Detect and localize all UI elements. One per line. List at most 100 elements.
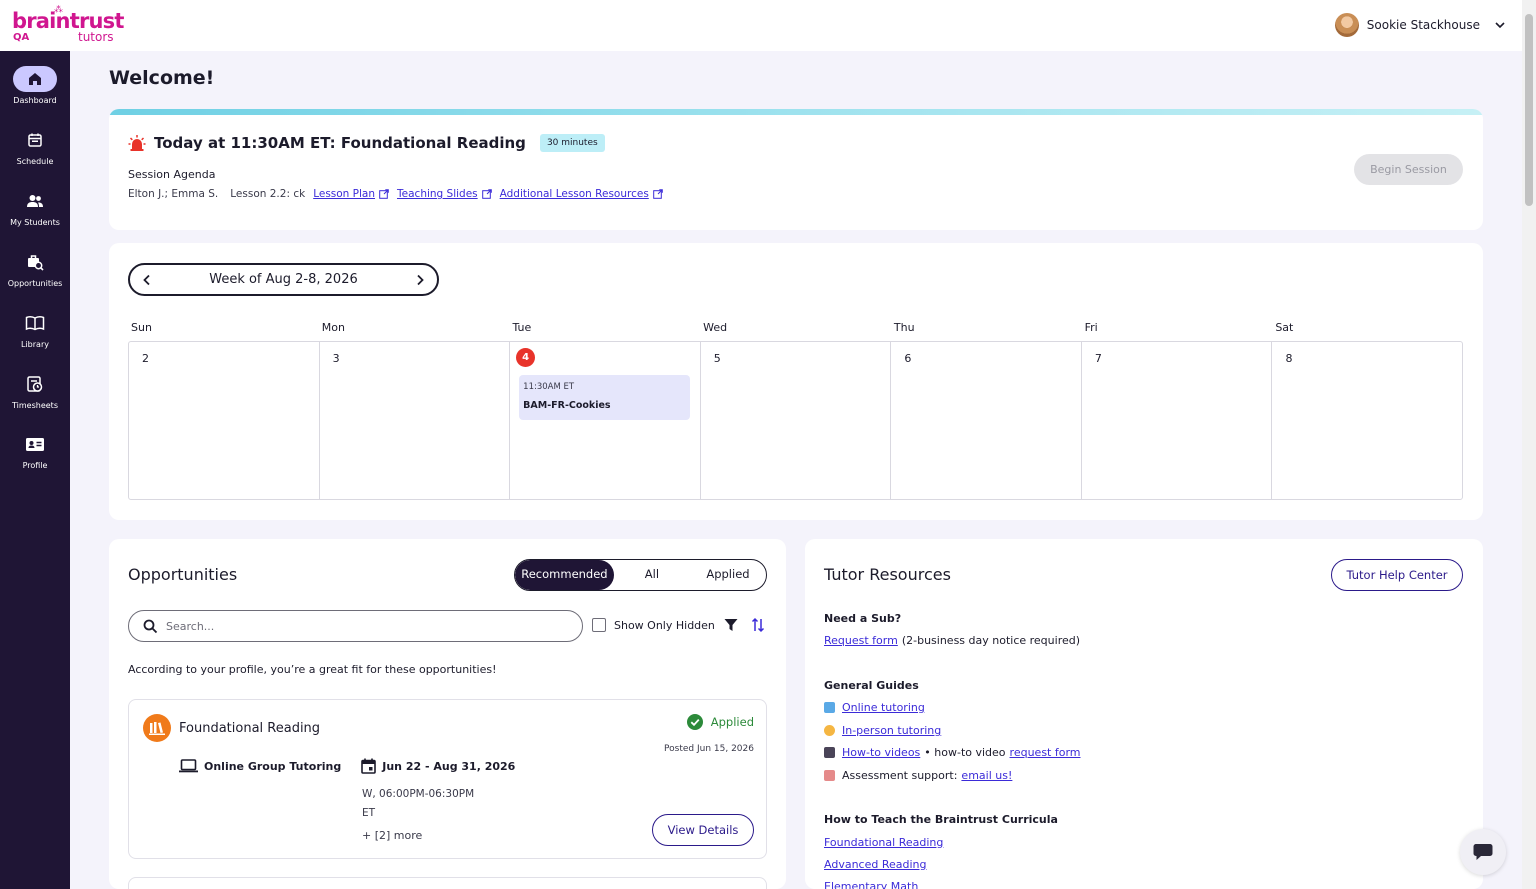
braintrust-logo[interactable]: ⁂ braintrust QA tutors <box>12 5 124 44</box>
logo-brand-text: braintrust <box>12 9 124 33</box>
begin-session-button[interactable]: Begin Session <box>1354 154 1463 185</box>
upcoming-session-card: Today at 11:30AM ET: Foundational Readin… <box>109 109 1483 230</box>
sidebar-item-dashboard[interactable]: Dashboard <box>0 66 70 122</box>
day-number: 6 <box>904 352 912 365</box>
external-link-icon[interactable] <box>379 189 389 199</box>
opportunity-item[interactable] <box>128 877 767 889</box>
calendar-day[interactable]: 3 <box>320 342 511 499</box>
sidebar-item-schedule[interactable]: Schedule <box>0 127 70 183</box>
external-link-icon[interactable] <box>481 189 492 199</box>
calendar-day[interactable]: 8 <box>1272 342 1462 499</box>
lesson-plan-link[interactable]: Lesson Plan <box>313 188 375 200</box>
avatar[interactable] <box>1334 13 1359 37</box>
sidebar-item-timesheets[interactable]: Timesheets <box>0 371 70 427</box>
tutor-resources-card: Tutor Resources Tutor Help Center Need a… <box>805 539 1483 889</box>
tab-recommended[interactable]: Recommended <box>515 560 614 590</box>
sidebar-item-label: Timesheets <box>12 401 58 410</box>
sort-icon[interactable] <box>751 617 765 633</box>
calendar-day[interactable]: 5 <box>701 342 892 499</box>
video-camera-emoji-icon <box>824 747 835 758</box>
applied-label: Applied <box>710 715 754 729</box>
sidebar-item-profile[interactable]: Profile <box>0 431 70 487</box>
external-link-icon[interactable] <box>652 189 663 199</box>
day-number: 8 <box>1285 352 1293 365</box>
session-accent-bar <box>109 109 1483 115</box>
top-bar: ⁂ braintrust QA tutors Sookie Stackhouse <box>0 0 1522 51</box>
sidebar-item-library[interactable]: Library <box>0 310 70 366</box>
filter-icon[interactable] <box>724 618 738 632</box>
sidebar-item-opportunities[interactable]: Opportunities <box>0 249 70 305</box>
opportunity-schedule: W, 06:00PM-06:30PM ET <box>362 785 474 823</box>
request-form-link[interactable]: Request form <box>824 634 898 647</box>
weekday-label: Sun <box>131 321 152 334</box>
session-agenda-row: Elton J.; Emma S. Lesson 2.2: ck Lesson … <box>128 188 663 200</box>
day-number: 2 <box>142 352 149 365</box>
show-only-hidden-toggle[interactable]: Show Only Hidden <box>592 618 715 632</box>
opportunities-card: Opportunities Recommended All Applied Sh… <box>109 539 786 889</box>
advanced-reading-link[interactable]: Advanced Reading <box>824 858 926 871</box>
user-menu[interactable]: Sookie Stackhouse <box>1334 13 1506 37</box>
more-schedules[interactable]: + [2] more <box>362 829 422 842</box>
memo-emoji-icon <box>824 770 835 781</box>
book-emoji-icon <box>824 702 835 713</box>
sidebar-item-label: Schedule <box>16 157 54 166</box>
how-to-videos-link[interactable]: How-to videos <box>842 746 920 759</box>
weekday-label: Sat <box>1275 321 1294 334</box>
how-to-videos-line: How-to videos • how-to video request for… <box>824 746 1081 759</box>
additional-resources-link[interactable]: Additional Lesson Resources <box>500 188 649 200</box>
day-number: 5 <box>713 352 721 365</box>
calendar-day[interactable]: 2 <box>129 342 320 499</box>
timesheet-icon <box>13 371 57 397</box>
teaching-slides-link[interactable]: Teaching Slides <box>397 188 478 200</box>
page-scrollbar[interactable] <box>1522 0 1536 889</box>
chevron-left-icon[interactable] <box>140 273 154 287</box>
chevron-right-icon[interactable] <box>413 273 427 287</box>
foundational-reading-link[interactable]: Foundational Reading <box>824 836 943 849</box>
weekday-label: Wed <box>703 321 728 334</box>
sidebar-item-my-students[interactable]: My Students <box>0 188 70 244</box>
chat-button[interactable] <box>1460 829 1506 875</box>
need-sub-heading: Need a Sub? <box>824 612 902 625</box>
day-number: 3 <box>332 352 340 365</box>
tutoring-format: Online Group Tutoring <box>204 759 342 773</box>
tab-all[interactable]: All <box>614 560 690 590</box>
weekday-label: Fri <box>1084 321 1098 334</box>
event-name: BAM-FR-Cookies <box>523 400 611 411</box>
schedule-line: ET <box>362 807 376 819</box>
sub-note: (2-business day notice required) <box>901 634 1081 647</box>
applied-status: Applied <box>686 714 754 730</box>
opportunity-dates: Jun 22 - Aug 31, 2026 <box>382 759 516 773</box>
tutor-help-center-button[interactable]: Tutor Help Center <box>1331 559 1463 591</box>
search-input[interactable] <box>166 619 546 633</box>
how-to-video-text: • how-to video <box>924 746 1006 759</box>
week-calendar-card: Week of Aug 2-8, 2026 Sun Mon Tue Wed Th… <box>109 243 1483 520</box>
duration-badge: 30 minutes <box>539 134 605 152</box>
calendar-day[interactable]: 7 <box>1082 342 1273 499</box>
home-icon <box>13 66 57 92</box>
posted-date: Posted Jun 15, 2026 <box>664 744 754 754</box>
video-request-form-link[interactable]: request form <box>1010 746 1081 759</box>
scrollbar-thumb[interactable] <box>1525 14 1533 206</box>
online-tutoring-link[interactable]: Online tutoring <box>842 701 925 714</box>
calendar-day[interactable]: 6 <box>891 342 1082 499</box>
elementary-math-link[interactable]: Elementary Math <box>824 880 918 889</box>
opportunity-meta: Online Group Tutoring Jun 22 - Aug 31, 2… <box>179 758 515 774</box>
session-lesson: Lesson 2.2: ck <box>230 188 306 200</box>
session-agenda-label: Session Agenda <box>128 168 216 181</box>
calendar-event[interactable]: 11:30AM ET BAM-FR-Cookies <box>519 375 691 420</box>
chevron-down-icon[interactable] <box>1494 19 1506 31</box>
in-person-tutoring-link[interactable]: In-person tutoring <box>842 724 941 737</box>
calendar-day-today[interactable]: 4 11:30AM ET BAM-FR-Cookies <box>510 342 701 499</box>
calendar-grid: 2 3 4 11:30AM ET BAM-FR-Cookies 5 6 7 8 <box>128 341 1463 500</box>
opportunities-tabs: Recommended All Applied <box>514 559 767 591</box>
view-details-button[interactable]: View Details <box>652 814 754 846</box>
sidebar: Dashboard Schedule My Students Opportuni… <box>0 51 70 889</box>
opportunity-name: Foundational Reading <box>179 721 321 736</box>
email-us-link[interactable]: email us! <box>961 769 1012 782</box>
user-name[interactable]: Sookie Stackhouse <box>1367 18 1480 32</box>
opportunity-item[interactable]: Foundational Reading Applied Posted Jun … <box>128 699 767 859</box>
tab-applied[interactable]: Applied <box>690 560 766 590</box>
book-icon <box>13 310 57 336</box>
sidebar-item-label: Library <box>21 340 49 349</box>
show-hidden-checkbox[interactable] <box>592 618 606 632</box>
